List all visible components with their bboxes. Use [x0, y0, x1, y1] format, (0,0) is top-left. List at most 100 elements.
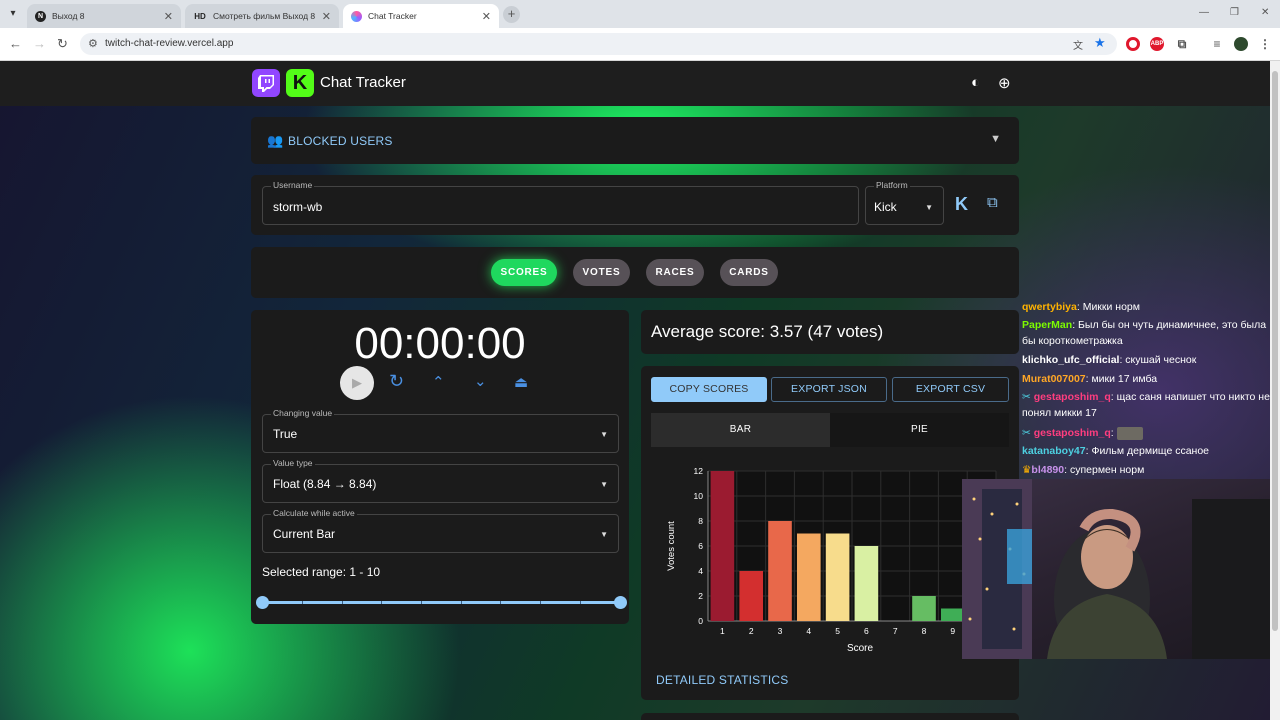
- scrollbar-thumb[interactable]: [1272, 71, 1278, 631]
- next-card: [641, 713, 1019, 720]
- sword-badge-icon: ✂: [1022, 427, 1031, 439]
- new-tab-button[interactable]: +: [503, 6, 520, 23]
- copy-icon[interactable]: ⧉: [987, 194, 998, 211]
- browser-tab-1[interactable]: N Выход 8 ✕: [27, 4, 181, 28]
- address-bar[interactable]: ⚙ twitch-chat-review.vercel.app 文 ★: [80, 33, 1117, 55]
- username-field[interactable]: Username storm-wb: [262, 180, 859, 225]
- site-info-icon[interactable]: ⚙: [88, 37, 98, 50]
- x-tick-label: 1: [720, 626, 725, 636]
- translate-icon[interactable]: 文: [1073, 37, 1083, 52]
- opera-icon[interactable]: [1126, 37, 1140, 51]
- bookmark-star-icon[interactable]: ★: [1094, 35, 1106, 51]
- tab-scores[interactable]: SCORES: [491, 259, 557, 286]
- adblock-icon[interactable]: ABP: [1150, 37, 1164, 51]
- browser-toolbar: ← → ↻ ⚙ twitch-chat-review.vercel.app 文 …: [0, 28, 1280, 61]
- crown-badge-icon: ♛: [1022, 464, 1032, 476]
- tab-favicon: N: [35, 10, 46, 22]
- range-slider[interactable]: [256, 596, 627, 609]
- forward-icon[interactable]: →: [33, 36, 46, 51]
- copy-scores-button[interactable]: COPY SCORES: [651, 377, 767, 402]
- chat-message: ✂ gestaposhim_q:: [1022, 425, 1270, 441]
- window-close-icon[interactable]: ✕: [1261, 7, 1269, 18]
- dropdown-arrow-icon: ▼: [600, 530, 608, 539]
- blocked-users-accordion[interactable]: 👥 BLOCKED USERS ▼: [251, 117, 1019, 164]
- close-icon[interactable]: ✕: [322, 10, 331, 23]
- twitch-logo-icon: [252, 69, 280, 97]
- close-icon[interactable]: ✕: [482, 10, 491, 23]
- tab-title: Смотреть фильм Выход 8 онлайн: [213, 11, 316, 21]
- export-json-button[interactable]: EXPORT JSON: [771, 377, 887, 402]
- menu-icon[interactable]: ⋮: [1258, 37, 1272, 51]
- emote-image: [1116, 426, 1143, 440]
- eject-icon[interactable]: ⏏: [514, 373, 528, 391]
- range-max-handle[interactable]: [614, 596, 627, 609]
- maximize-icon[interactable]: ❐: [1230, 7, 1239, 18]
- changing-value-value: True: [273, 427, 298, 441]
- bar-score-5: [825, 533, 850, 621]
- play-button[interactable]: ▶: [340, 366, 374, 400]
- chat-message: katanaboy47: Фильм дермище ссаное: [1022, 445, 1210, 457]
- calculate-select[interactable]: Calculate while active Current Bar ▼: [262, 508, 619, 553]
- x-tick-label: 8: [922, 626, 927, 636]
- webcam-overlay: [962, 479, 1280, 659]
- bar-view-tab[interactable]: BAR: [651, 413, 830, 447]
- back-icon[interactable]: ←: [9, 36, 22, 51]
- chevron-down-icon[interactable]: ⌄: [474, 372, 487, 390]
- blocked-users-label: BLOCKED USERS: [288, 134, 393, 148]
- extensions-icon[interactable]: ⧉: [1175, 37, 1189, 51]
- changing-value-select[interactable]: Changing value True ▼: [262, 408, 619, 453]
- timer-display: 00:00:00: [354, 319, 526, 368]
- app-title: Chat Tracker: [320, 74, 406, 91]
- selected-range-label: Selected range: 1 - 10: [262, 565, 381, 579]
- value-type-label: Value type: [271, 458, 315, 468]
- page-scrollbar[interactable]: [1270, 61, 1280, 720]
- theme-toggle-icon[interactable]: ◐: [971, 74, 980, 91]
- platform-value: Kick: [874, 200, 897, 214]
- detailed-statistics-link[interactable]: DETAILED STATISTICS: [656, 673, 788, 687]
- timer-card: 00:00:00 ▶ ↻ ⌃ ⌄ ⏏ Changing value True ▼…: [251, 310, 629, 624]
- minimize-icon[interactable]: —: [1199, 7, 1209, 18]
- mode-tabs-card: SCORES VOTES RACES CARDS: [251, 247, 1019, 298]
- kick-platform-icon[interactable]: K: [955, 194, 968, 215]
- stream-chat-overlay: qwertybiya: Микки норм PaperMan: Был бы …: [1020, 300, 1270, 480]
- chevron-down-icon[interactable]: ▼: [990, 133, 1001, 145]
- x-axis-label: Score: [847, 643, 874, 654]
- url-text: twitch-chat-review.vercel.app: [105, 38, 234, 49]
- tab-votes[interactable]: VOTES: [573, 259, 630, 286]
- chat-message: ♛bl4890: супермен норм: [1022, 464, 1145, 476]
- x-tick-label: 9: [950, 626, 955, 636]
- media-queue-icon[interactable]: ≡: [1210, 37, 1224, 51]
- value-type-select[interactable]: Value type Float (8.84 → 8.84) ▼: [262, 458, 619, 503]
- x-tick-label: 7: [893, 626, 898, 636]
- tab-cards[interactable]: CARDS: [720, 259, 778, 286]
- dropdown-arrow-icon: ▼: [600, 480, 608, 489]
- tab-title: Выход 8: [52, 11, 85, 21]
- platform-label: Platform: [874, 180, 910, 190]
- tab-search-icon[interactable]: ▾: [6, 7, 20, 21]
- browser-tab-2[interactable]: HD Смотреть фильм Выход 8 онлайн ✕: [185, 4, 339, 28]
- reset-icon[interactable]: ↻: [389, 371, 404, 392]
- tab-races[interactable]: RACES: [646, 259, 704, 286]
- pie-view-tab[interactable]: PIE: [830, 413, 1009, 447]
- y-tick-label: 4: [698, 566, 703, 576]
- browser-tab-bar: ▾ N Выход 8 ✕ HD Смотреть фильм Выход 8 …: [0, 0, 1280, 28]
- export-csv-button[interactable]: EXPORT CSV: [892, 377, 1009, 402]
- y-tick-label: 10: [694, 491, 704, 501]
- range-min-handle[interactable]: [256, 596, 269, 609]
- profile-avatar[interactable]: [1234, 37, 1248, 51]
- tab-favicon: HD: [194, 11, 206, 21]
- bar-score-6: [854, 546, 879, 621]
- y-tick-label: 8: [698, 516, 703, 526]
- language-globe-icon[interactable]: ⊕: [998, 74, 1011, 92]
- tab-title: Chat Tracker: [368, 11, 417, 21]
- chat-message: qwertybiya: Микки норм: [1022, 301, 1140, 313]
- browser-tab-3[interactable]: Chat Tracker ✕: [343, 4, 499, 28]
- chat-message: Murat007007: мики 17 имба: [1022, 373, 1158, 385]
- platform-select[interactable]: Platform Kick ▼: [865, 180, 944, 225]
- chat-message: PaperMan: Был бы он чуть динамичнее, это…: [1022, 319, 1267, 347]
- chevron-up-icon[interactable]: ⌃: [432, 373, 445, 391]
- close-icon[interactable]: ✕: [164, 10, 173, 23]
- y-tick-label: 2: [698, 591, 703, 601]
- sword-badge-icon: ✂: [1022, 391, 1031, 403]
- reload-icon[interactable]: ↻: [57, 36, 68, 52]
